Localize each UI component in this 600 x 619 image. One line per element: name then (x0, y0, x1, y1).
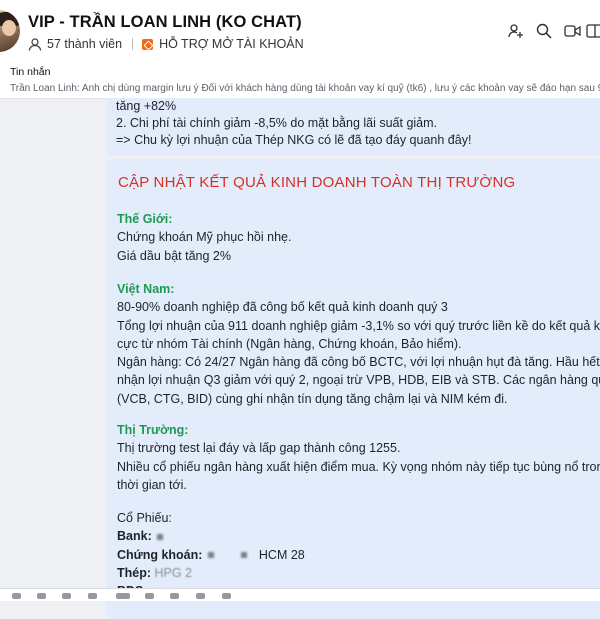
layout-icon[interactable] (586, 20, 600, 42)
previous-message-tail: tăng +82% 2. Chi phí tài chính giảm -8,5… (116, 98, 600, 149)
section-heading: Việt Nam: (117, 282, 175, 296)
stock-row-bank: Bank: (117, 527, 600, 545)
section-line: thời gian tới. (117, 477, 187, 492)
members-icon (28, 37, 42, 51)
section-stocks: Cổ Phiếu: Bank: Chứng khoán: HCM 28 Thép… (117, 509, 600, 600)
section-line: (VCB, CTG, BID) cùng ghi nhận tín dụng t… (117, 391, 508, 406)
section-heading: Thị Trường: (117, 423, 189, 437)
section-line: 80-90% doanh nghiệp đã công bố kết quả k… (117, 300, 448, 315)
prev-line: => Chu kỳ lợi nhuận của Thép NKG có lẽ đ… (116, 133, 472, 147)
stock-row-securities: Chứng khoán: HCM 28 (117, 546, 600, 564)
format-icon[interactable] (145, 593, 154, 599)
more-icon[interactable] (222, 593, 231, 599)
screenshot-icon[interactable] (88, 593, 97, 599)
section-line: Chứng khoán Mỹ phục hồi nhẹ. (117, 230, 292, 245)
members-count[interactable]: 57 thành viên (47, 37, 122, 51)
task-icon[interactable] (196, 593, 205, 599)
search-icon[interactable] (530, 20, 558, 42)
section-line: nhận lợi nhuận Q3 giảm với quý 2, ngoại … (117, 373, 600, 388)
add-member-icon[interactable] (502, 20, 530, 42)
pinned-title: Tin nhắn (10, 66, 51, 78)
section-heading: Cổ Phiếu: (117, 511, 172, 525)
section-world: Thế Giới: Chứng khoán Mỹ phục hồi nhẹ. G… (117, 210, 600, 265)
tag-icon (142, 38, 154, 50)
support-tag[interactable]: HỖ TRỢ MỞ TÀI KHOẢN (159, 37, 304, 51)
header-actions (502, 20, 600, 42)
subrow-divider (132, 38, 134, 50)
attach-icon[interactable] (62, 593, 71, 599)
image-icon[interactable] (37, 593, 46, 599)
redacted-mark (157, 534, 164, 540)
card-icon[interactable] (116, 593, 130, 599)
section-line: cực từ nhóm Tài chính (Ngân hàng, Chứng … (117, 336, 462, 351)
section-line: Nhiều cổ phiếu ngân hàng xuất hiện điểm … (117, 459, 600, 474)
group-subrow: 57 thành viên HỖ TRỢ MỞ TÀI KHOẢN (28, 37, 304, 51)
section-line: Ngân hàng: Có 24/27 Ngân hàng đã công bố… (117, 355, 600, 370)
stock-label: Chứng khoán: (117, 547, 203, 562)
redacted-mark (207, 552, 214, 559)
pinned-message-bar[interactable]: Tin nhắn Trần Loan Linh: Anh chị dùng ma… (0, 58, 600, 99)
stock-label: Bank: (117, 529, 152, 544)
prev-line: 2. Chi phí tài chính giảm -8,5% do mặt b… (116, 116, 438, 130)
report-title: CẬP NHẬT KẾT QUẢ KINH DOANH TOÀN THỊ TRƯ… (118, 174, 516, 191)
stock-label: Thép: (117, 565, 152, 580)
group-avatar[interactable] (0, 10, 20, 52)
section-market: Thị Trường: Thị trường test lại đáy và l… (117, 421, 600, 494)
section-line: Giá dầu bật tăng 2% (117, 248, 231, 263)
section-line: Tổng lợi nhuận của 911 doanh nghiệp giảm… (117, 318, 600, 333)
section-vietnam: Việt Nam: 80-90% doanh nghiệp đã công bố… (117, 280, 600, 408)
group-name[interactable]: VIP - TRẦN LOAN LINH (KO CHAT) (28, 13, 302, 32)
prev-line: tăng +82% (116, 99, 177, 113)
stock-value: HPG 2 (154, 565, 193, 580)
emoji-icon[interactable] (170, 593, 179, 599)
video-call-icon[interactable] (558, 20, 586, 42)
section-heading: Thế Giới: (117, 212, 173, 226)
stock-row-steel: Thép: HPG 2 (117, 564, 600, 582)
chat-header: VIP - TRẦN LOAN LINH (KO CHAT) 57 thành … (0, 0, 600, 59)
stock-value: HCM 28 (258, 547, 305, 562)
pinned-text: Trần Loan Linh: Anh chị dùng margin lưu … (10, 83, 600, 94)
redacted-mark (241, 552, 248, 559)
section-line: Thị trường test lại đáy và lấp gap thành… (117, 441, 401, 456)
sticker-icon[interactable] (12, 593, 21, 599)
composer-toolbar (0, 588, 600, 601)
